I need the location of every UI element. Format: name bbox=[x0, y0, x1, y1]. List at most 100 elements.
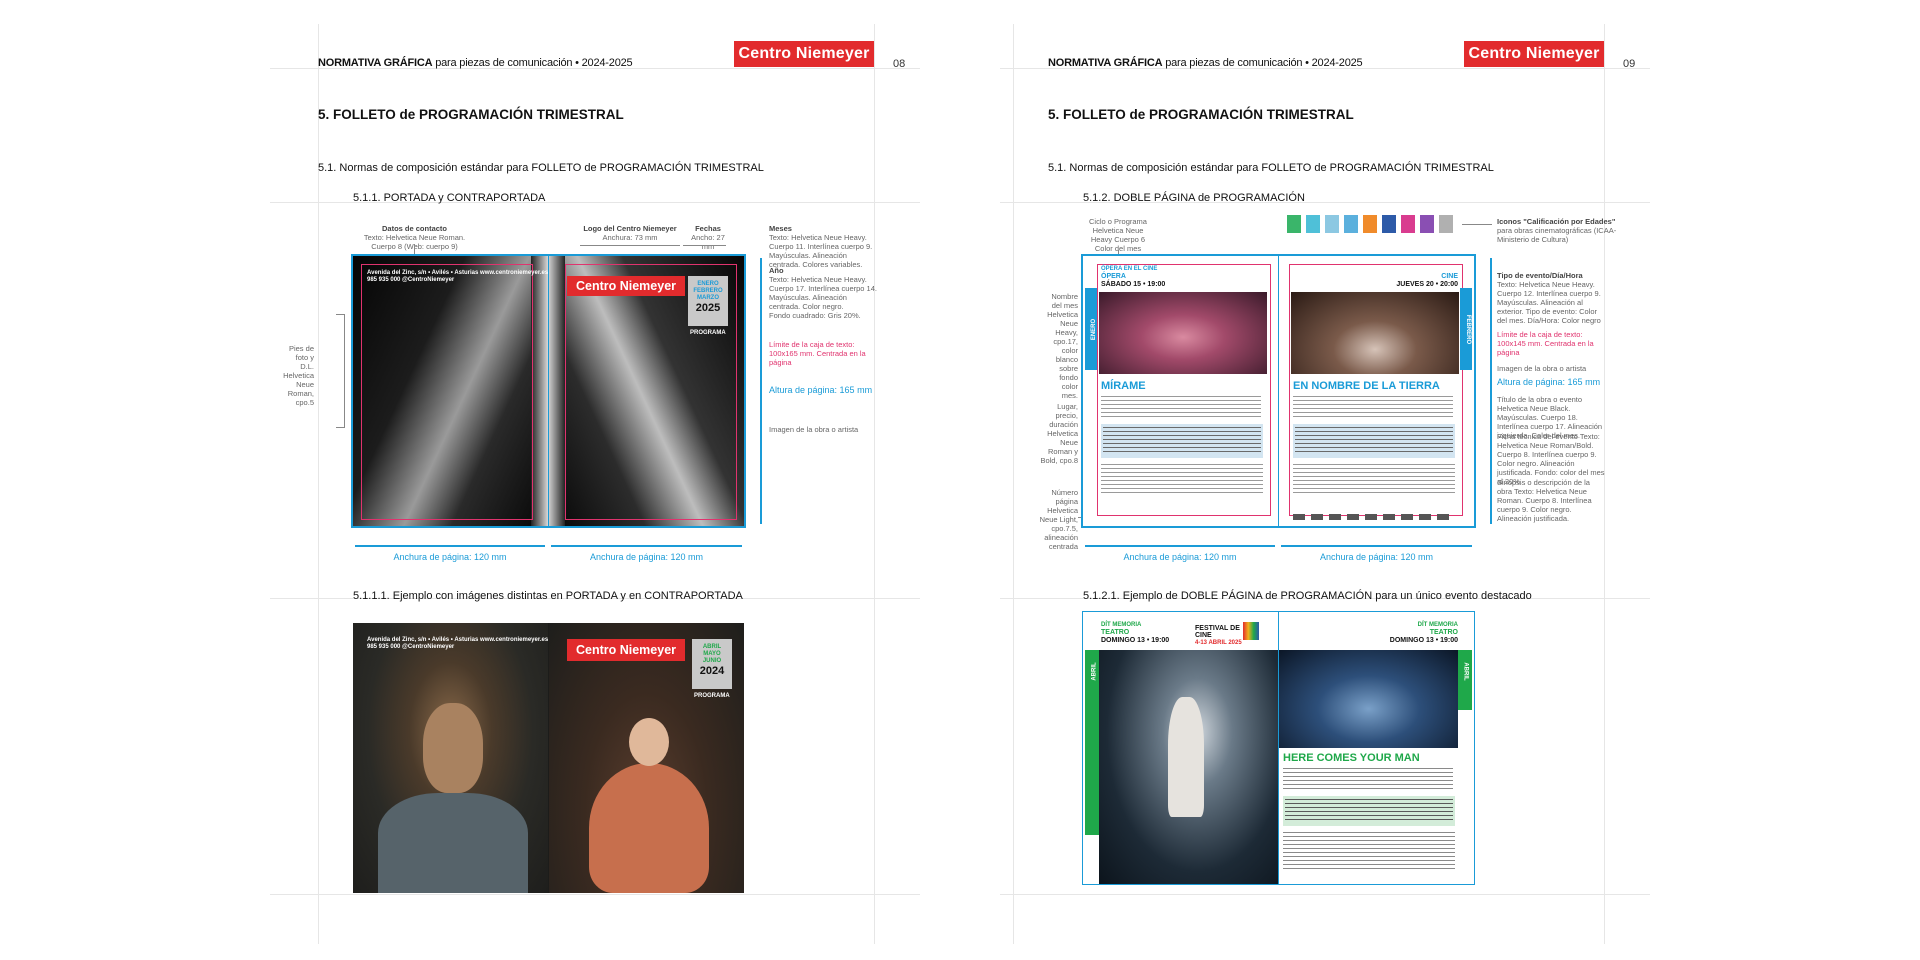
annotation-month-name: Nombre del mes Helvetica Neue Heavy, cpo… bbox=[1047, 292, 1078, 400]
rating-icon bbox=[1287, 215, 1301, 233]
age-rating-icons bbox=[1287, 215, 1459, 233]
width-arrow bbox=[355, 545, 545, 547]
text-lines bbox=[1101, 464, 1263, 494]
festival-dates: 4-13 ABRIL 2025 bbox=[1195, 640, 1242, 646]
annotation-body: Texto: Helvetica Neue Heavy. Cuerpo 12. … bbox=[1497, 280, 1601, 325]
figure-dress bbox=[589, 763, 709, 893]
height-arrow bbox=[760, 258, 762, 524]
event-type: TEATRO bbox=[1429, 629, 1458, 636]
annotation-image: Imagen de la obra o artista bbox=[769, 425, 859, 434]
annotation-title: Iconos "Calificación por Edades" bbox=[1497, 217, 1616, 226]
spine-line bbox=[1278, 256, 1279, 526]
width-arrow bbox=[1281, 545, 1472, 547]
example-title: 5.1.2.1. Ejemplo de DOBLE PÁGINA de PROG… bbox=[1083, 590, 1532, 602]
section-title: 5. FOLLETO de PROGRAMACIÓN TRIMESTRAL bbox=[318, 107, 624, 122]
cycle-label: ÓPERA EN EL CINE bbox=[1101, 266, 1158, 272]
annotation-height: Altura de página: 165 mm bbox=[769, 385, 873, 395]
leader-line bbox=[1462, 224, 1492, 225]
annotation-height: Altura de página: 165 mm bbox=[1497, 377, 1601, 387]
month-1: ABRIL bbox=[702, 644, 722, 650]
text-lines bbox=[1293, 464, 1455, 494]
header-title-rest: para piezas de comunicación • 2024-2025 bbox=[1162, 57, 1363, 69]
month-1: ENERO bbox=[697, 281, 719, 287]
annotation-icons: Iconos "Calificación por Edades" para obr… bbox=[1497, 217, 1617, 244]
date-square: ABRIL MAYO JUNIO 2024 bbox=[692, 639, 732, 689]
contact-address: Avenida del Zinc, s/n • Avilés • Asturia… bbox=[367, 637, 479, 643]
width-label: Anchura de página: 120 mm bbox=[1123, 552, 1237, 562]
featured-spread-mockup: ABRIL ABRIL DÍT MEMORIA TEATRO DOMINGO 1… bbox=[1082, 611, 1475, 885]
annotation-body: Texto: Helvetica Neue Heavy. Cuerpo 17. … bbox=[769, 275, 877, 311]
festival-label: FESTIVAL DE CINE bbox=[1195, 625, 1240, 639]
page-header: NORMATIVA GRÁFICA para piezas de comunic… bbox=[318, 57, 633, 69]
annotation-body: Ancho: 27 mm bbox=[691, 233, 725, 251]
width-label: Anchura de página: 120 mm bbox=[589, 552, 704, 562]
textbox-outline bbox=[361, 264, 533, 520]
festival-logo bbox=[1243, 622, 1259, 640]
date-square: ENERO FEBRERO MARZO 2025 bbox=[688, 276, 728, 326]
dimension-line bbox=[580, 245, 680, 246]
event-title: HERE COMES YOUR MAN bbox=[1283, 752, 1420, 764]
figure-face bbox=[423, 703, 483, 793]
event-day: DOMINGO 13 • 19:00 bbox=[1101, 637, 1170, 644]
width-label: Anchura de página: 120 mm bbox=[1319, 552, 1434, 562]
cycle-label: DÍT MEMORIA bbox=[1101, 622, 1142, 628]
month-name: ABRIL bbox=[1091, 662, 1098, 681]
programa-label: PROGRAMA bbox=[694, 693, 730, 699]
guide-line bbox=[1000, 894, 1650, 895]
rating-icon bbox=[1325, 215, 1339, 233]
annotation-title: Tipo de evento/Día/Hora bbox=[1497, 271, 1583, 280]
annotation-textbox: Límite de la caja de texto: 100x165 mm. … bbox=[769, 340, 866, 367]
bracket bbox=[336, 314, 345, 428]
month-name: ABRIL bbox=[1462, 662, 1469, 681]
guide-line bbox=[1013, 24, 1014, 944]
contact-handle: @CentroNiemeyer bbox=[402, 644, 455, 650]
annotation-title: Datos de contacto bbox=[381, 224, 447, 233]
contact-address: Avenida del Zinc, s/n • Avilés • Asturia… bbox=[367, 270, 479, 276]
subsection-title: 5.1. Normas de composición estándar para… bbox=[1048, 162, 1494, 174]
event-type: ÓPERA bbox=[1101, 273, 1126, 280]
text-lines bbox=[1103, 427, 1261, 455]
annotation-place: Lugar, precio, duración Helvetica Neue R… bbox=[1040, 402, 1078, 465]
contact-phone: 985 935 000 bbox=[367, 277, 401, 283]
event-photo bbox=[1099, 292, 1267, 374]
subsection-title: 5.1. Normas de composición estándar para… bbox=[318, 162, 764, 174]
example-cover-mockup: Avenida del Zinc, s/n • Avilés • Asturia… bbox=[353, 623, 744, 893]
width-arrow bbox=[551, 545, 742, 547]
height-arrow bbox=[1490, 258, 1492, 524]
event-type: CINE bbox=[1441, 273, 1458, 280]
spread-mockup: ENERO ÓPERA EN EL CINE ÓPERA SÁBADO 15 •… bbox=[1081, 254, 1476, 528]
annotation-cycle: Ciclo o Programa Helvetica Neue Heavy Cu… bbox=[1089, 217, 1147, 253]
subsubsection-title: 5.1.1. PORTADA y CONTRAPORTADA bbox=[353, 192, 546, 204]
text-lines bbox=[1293, 396, 1453, 418]
event-day: SÁBADO 15 • 19:00 bbox=[1101, 281, 1166, 288]
year: 2025 bbox=[695, 302, 721, 314]
text-lines bbox=[1283, 768, 1453, 790]
event-photo bbox=[1279, 650, 1458, 748]
page-number: 09 bbox=[1623, 58, 1636, 70]
event-title: MÍRAME bbox=[1101, 380, 1146, 392]
width-arrow bbox=[1085, 545, 1275, 547]
rating-icon bbox=[1401, 215, 1415, 233]
header-title-bold: NORMATIVA GRÁFICA bbox=[1048, 57, 1163, 69]
annotation-title: Meses bbox=[769, 224, 792, 233]
contact-web: www.centroniemeyer.es bbox=[480, 270, 549, 276]
annotation-foot: Pies de foto y D.L. Helvetica Neue Roman… bbox=[283, 344, 314, 407]
cover-brand: Centro Niemeyer bbox=[567, 639, 685, 661]
annotation-square: Fondo cuadrado: Gris 20%. bbox=[769, 311, 861, 320]
header-title-bold: NORMATIVA GRÁFICA bbox=[318, 57, 433, 69]
rating-icon bbox=[1382, 215, 1396, 233]
annotation-dates: Fechas Ancho: 27 mm bbox=[685, 224, 731, 251]
annotation-event-type: Tipo de evento/Día/Hora Texto: Helvetica … bbox=[1497, 271, 1607, 325]
cycle-label: DÍT MEMORIA bbox=[1417, 622, 1458, 628]
event-type: TEATRO bbox=[1101, 629, 1130, 636]
text-lines bbox=[1285, 799, 1453, 823]
figure-body bbox=[378, 793, 528, 893]
dimension-line bbox=[683, 245, 726, 246]
annotation-pagenum: Número página Helvetica Neue Light, cpo.… bbox=[1039, 488, 1078, 551]
year: 2024 bbox=[699, 665, 725, 677]
month-3: MARZO bbox=[697, 295, 719, 301]
page-number: 08 bbox=[893, 58, 906, 70]
annotation-body: Texto: Helvetica Neue Heavy. Cuerpo 11. … bbox=[769, 233, 873, 269]
annotation-logo: Logo del Centro Niemeyer Anchura: 73 mm bbox=[575, 224, 685, 242]
event-photo bbox=[1291, 292, 1459, 374]
